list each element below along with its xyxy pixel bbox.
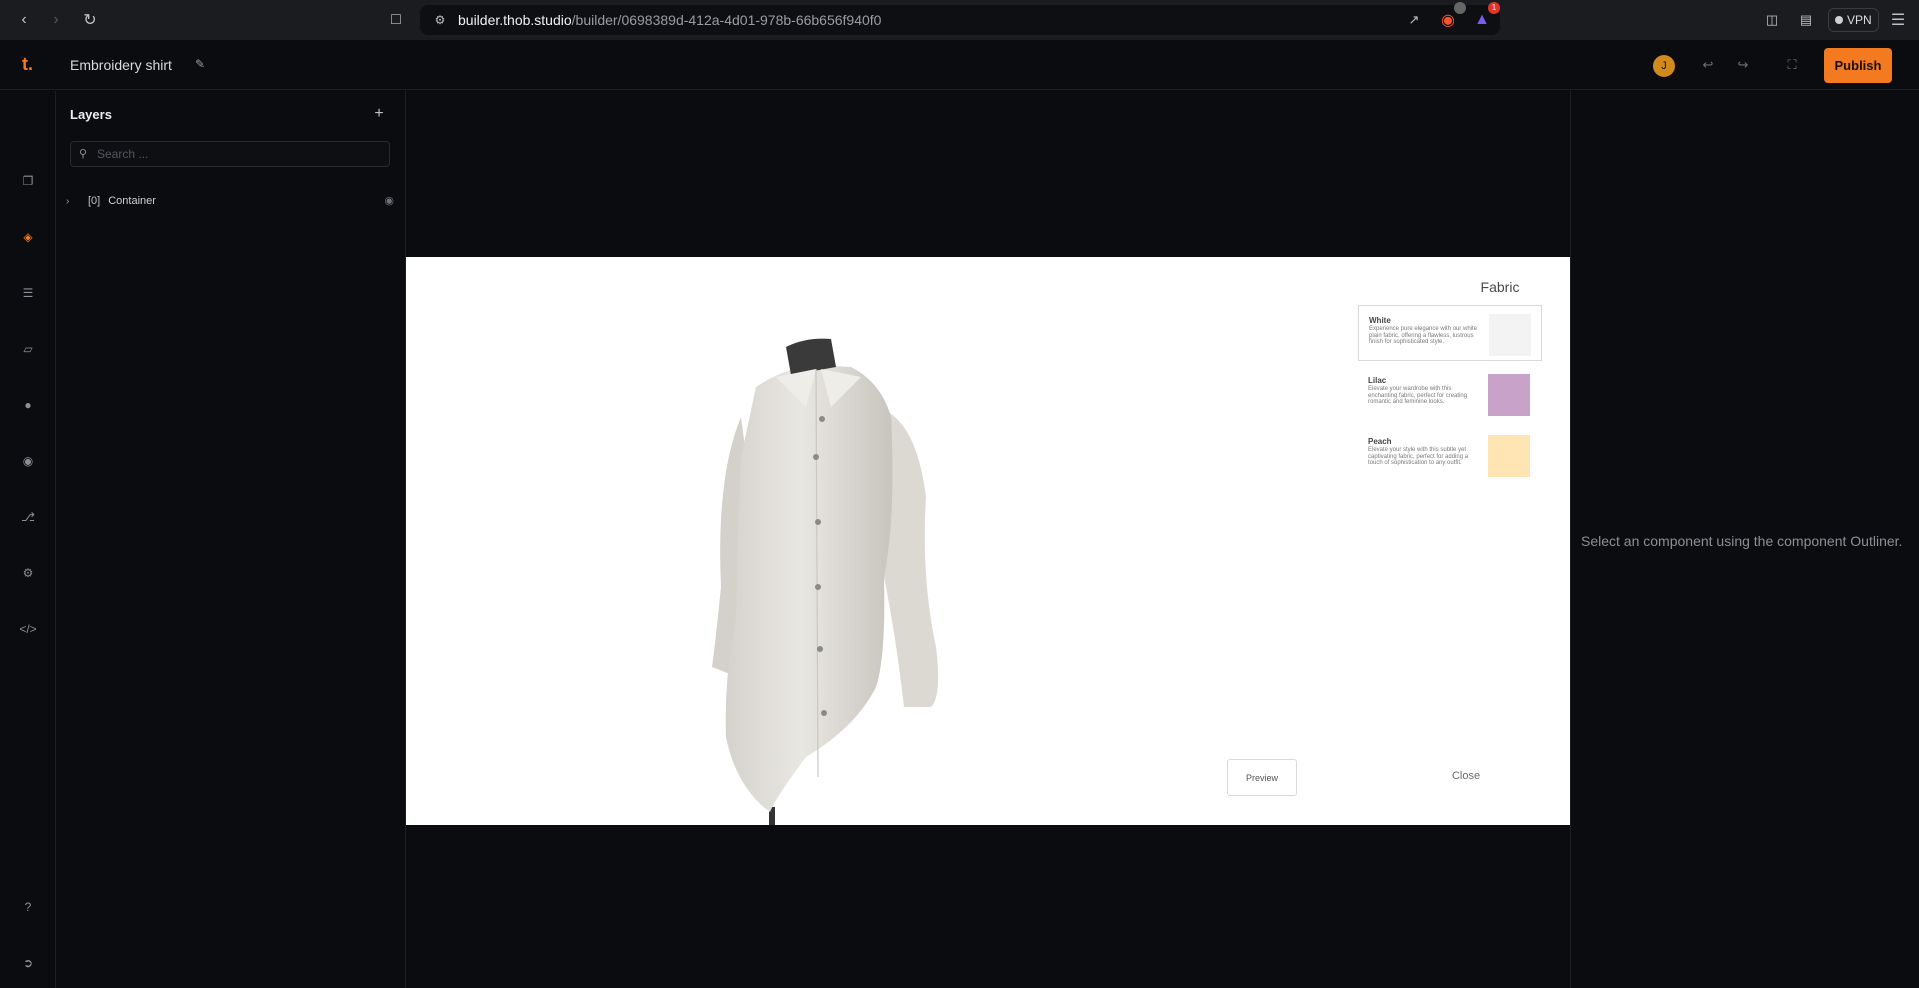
- properties-panel: Select an component using the component …: [1570, 91, 1919, 988]
- fabric-swatch[interactable]: [1489, 314, 1531, 356]
- logout-icon[interactable]: ➲: [20, 955, 36, 971]
- app-header: t. Embroidery shirt ✎ J ↩ ↪ ⛶ Publish: [0, 40, 1919, 90]
- shields-badge: [1454, 2, 1466, 14]
- left-rail: ❐ ◈ ☰ ▱ ● ◉ ⎇ ⚙ </> ? ➲: [0, 91, 56, 988]
- empty-selection-message: Select an component using the component …: [1581, 533, 1903, 549]
- back-icon[interactable]: ‹: [12, 8, 36, 32]
- rewards-icon[interactable]: ▲ 1: [1470, 2, 1500, 32]
- palette-icon[interactable]: ◉: [20, 453, 36, 469]
- share-icon[interactable]: ↗: [1402, 8, 1426, 32]
- pages-icon[interactable]: ❐: [20, 173, 36, 189]
- fabric-name: Peach: [1368, 437, 1392, 446]
- bookmark-icon[interactable]: □: [384, 8, 408, 32]
- sliders-icon[interactable]: ☰: [20, 285, 36, 301]
- vpn-button[interactable]: VPN: [1828, 8, 1879, 32]
- publish-button[interactable]: Publish: [1824, 48, 1892, 83]
- drop-icon[interactable]: ●: [20, 397, 36, 413]
- gear-icon[interactable]: ⚙: [20, 565, 36, 581]
- fabric-option-lilac[interactable]: Lilac Elevate your wardrobe with this en…: [1358, 366, 1542, 422]
- fabric-description: Elevate your wardrobe with this enchanti…: [1368, 386, 1468, 405]
- menu-icon[interactable]: ☰: [1886, 8, 1910, 32]
- fabric-option-peach[interactable]: Peach Elevate your style with this subtl…: [1358, 427, 1542, 483]
- shirt-3d-model[interactable]: [646, 257, 1266, 825]
- preview-button[interactable]: Preview: [1227, 759, 1297, 796]
- browser-toolbar: ‹ › ↻ □ ⚙ builder.thob.studio/builder/06…: [0, 0, 1919, 40]
- redo-icon[interactable]: ↪: [1735, 57, 1751, 73]
- brave-shields-icon[interactable]: ◉: [1436, 2, 1466, 32]
- add-layer-icon[interactable]: +: [372, 106, 386, 122]
- layer-item-container[interactable]: › [0] Container ◉: [66, 191, 396, 211]
- eye-icon[interactable]: ◉: [384, 194, 394, 207]
- site-settings-icon[interactable]: ⚙: [428, 8, 452, 32]
- address-bar[interactable]: ⚙ builder.thob.studio/builder/0698389d-4…: [420, 2, 1500, 35]
- reload-icon[interactable]: ↻: [78, 8, 102, 32]
- user-avatar[interactable]: J: [1653, 55, 1675, 77]
- layers-icon[interactable]: ◈: [20, 229, 36, 245]
- fullscreen-icon[interactable]: ⛶: [1784, 57, 1800, 73]
- url-text: builder.thob.studio/builder/0698389d-412…: [458, 12, 882, 28]
- branch-icon[interactable]: ⎇: [20, 509, 36, 525]
- project-title: Embroidery shirt: [70, 57, 172, 73]
- search-icon: ⚲: [79, 148, 88, 160]
- layers-title: Layers: [70, 107, 112, 122]
- chevron-right-icon[interactable]: ›: [66, 196, 80, 207]
- sidebar-toggle-icon[interactable]: ◫: [1760, 8, 1784, 32]
- vpn-status-icon: [1835, 16, 1843, 24]
- fabric-swatch[interactable]: [1488, 374, 1530, 416]
- vpn-label: VPN: [1847, 13, 1872, 27]
- fabric-description: Experience pure elegance with our white …: [1369, 326, 1478, 345]
- wallet-icon[interactable]: ▤: [1794, 8, 1818, 32]
- layers-search[interactable]: ⚲: [70, 141, 390, 167]
- layer-label: Container: [108, 195, 156, 207]
- layers-search-input[interactable]: [97, 145, 377, 163]
- help-icon[interactable]: ?: [20, 899, 36, 915]
- fabric-title: Fabric: [1480, 279, 1520, 295]
- fabric-name: Lilac: [1368, 376, 1387, 385]
- fabric-name: White: [1369, 316, 1391, 325]
- edit-title-icon[interactable]: ✎: [195, 57, 209, 71]
- code-icon[interactable]: </>: [19, 621, 36, 637]
- forward-icon[interactable]: ›: [44, 8, 68, 32]
- undo-icon[interactable]: ↩: [1700, 57, 1716, 73]
- cube-icon[interactable]: ▱: [20, 341, 36, 357]
- layers-panel: Layers + ⚲ › [0] Container ◉: [56, 91, 406, 988]
- layer-index: [0]: [88, 195, 101, 207]
- fabric-description: Elevate your style with this subtle yet …: [1368, 447, 1469, 466]
- fabric-swatch[interactable]: [1488, 435, 1530, 477]
- app-logo[interactable]: t.: [22, 54, 33, 75]
- rewards-badge: 1: [1488, 2, 1500, 14]
- close-button[interactable]: Close: [1446, 770, 1486, 782]
- fabric-option-white[interactable]: White Experience pure elegance with our …: [1358, 305, 1542, 361]
- canvas-frame: Fabric White Experience pure elegance wi…: [406, 257, 1570, 825]
